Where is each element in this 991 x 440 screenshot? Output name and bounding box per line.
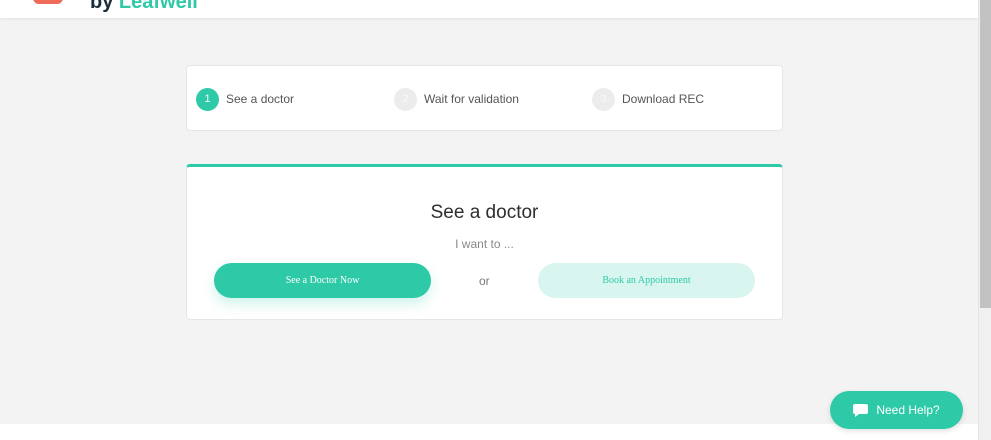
or-separator: or: [479, 274, 490, 288]
see-doctor-card: See a doctor I want to ... See a Doctor …: [186, 164, 783, 320]
footer-strip: [0, 424, 978, 440]
top-header: by Leafwell: [0, 0, 978, 18]
scrollbar-thumb[interactable]: [980, 0, 991, 308]
card-title: See a doctor: [430, 202, 539, 223]
step-number-2: 2: [394, 87, 417, 111]
brand-prefix: by: [90, 0, 119, 13]
brand-name: Leafwell: [118, 0, 198, 13]
step-download-rec: 3 Download REC: [592, 87, 704, 111]
progress-stepper: 1 See a doctor 2 Wait for validation 3 D…: [186, 65, 783, 131]
logo-icon[interactable]: [33, 0, 63, 4]
step-number-1: 1: [196, 87, 219, 111]
scrollbar[interactable]: [978, 0, 991, 440]
step-label-2: Wait for validation: [424, 92, 519, 106]
step-number-3: 3: [592, 87, 615, 111]
need-help-button[interactable]: Need Help?: [830, 391, 963, 429]
card-subtitle: I want to ...: [455, 237, 514, 251]
brand-text[interactable]: by Leafwell: [90, 0, 198, 14]
step-wait-validation: 2 Wait for validation: [394, 87, 519, 111]
step-label-1: See a doctor: [226, 92, 295, 106]
step-label-3: Download REC: [622, 92, 705, 106]
step-see-doctor: 1 See a doctor: [196, 87, 294, 111]
need-help-label: Need Help?: [876, 403, 940, 417]
chat-bubble-icon: [853, 403, 869, 417]
see-doctor-now-button[interactable]: See a Doctor Now: [214, 263, 431, 298]
book-appointment-button[interactable]: Book an Appointment: [538, 263, 755, 298]
